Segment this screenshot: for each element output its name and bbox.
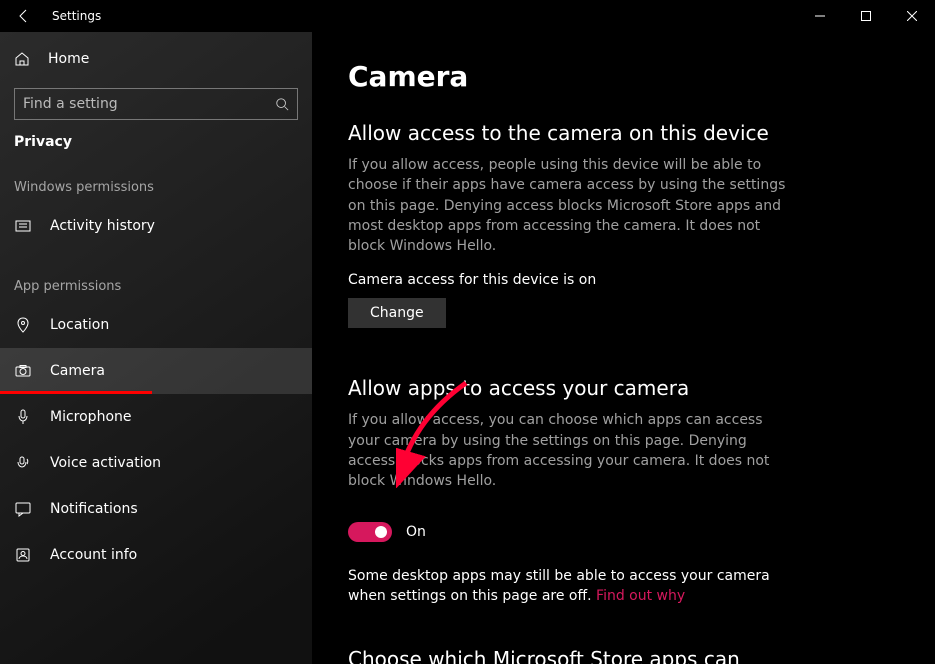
toggle-row: On [348, 522, 899, 542]
section-heading: Allow access to the camera on this devic… [348, 121, 899, 145]
camera-icon [14, 363, 32, 379]
page-title: Camera [348, 60, 899, 93]
content-area: Camera Allow access to the camera on thi… [312, 32, 935, 664]
section-device-access: Allow access to the camera on this devic… [348, 121, 899, 328]
section-app-access: Allow apps to access your camera If you … [348, 376, 899, 606]
sidebar-item-label: Camera [50, 363, 105, 379]
home-icon [14, 51, 30, 67]
window-title: Settings [52, 9, 101, 23]
minimize-icon [815, 11, 825, 21]
apps-access-toggle[interactable] [348, 522, 392, 542]
search-input[interactable] [23, 96, 275, 112]
sidebar-item-label: Location [50, 317, 109, 333]
main-container: Home Privacy Windows permissions Activit… [0, 32, 935, 664]
sidebar-item-label: Microphone [50, 409, 132, 425]
sidebar-item-label: Account info [50, 547, 137, 563]
change-button[interactable]: Change [348, 298, 446, 328]
sidebar-item-camera[interactable]: Camera [0, 348, 312, 394]
search-row [0, 78, 312, 134]
search-box[interactable] [14, 88, 298, 120]
account-icon [14, 547, 32, 563]
history-icon [14, 218, 32, 234]
location-icon [14, 317, 32, 333]
sidebar-item-label: Voice activation [50, 455, 161, 471]
device-access-status: Camera access for this device is on [348, 272, 899, 288]
maximize-icon [861, 11, 871, 21]
sidebar-item-notifications[interactable]: Notifications [0, 486, 312, 532]
sidebar-item-label: Notifications [50, 501, 138, 517]
sidebar-group-windows: Windows permissions [0, 150, 312, 203]
notifications-icon [14, 501, 32, 517]
section-heading: Allow apps to access your camera [348, 376, 899, 400]
maximize-button[interactable] [843, 0, 889, 32]
sidebar-item-activity-history[interactable]: Activity history [0, 203, 312, 249]
sidebar-item-location[interactable]: Location [0, 302, 312, 348]
voice-icon [14, 455, 32, 471]
sidebar-item-account-info[interactable]: Account info [0, 532, 312, 578]
sidebar-heading: Privacy [0, 134, 312, 150]
titlebar: Settings [0, 0, 935, 32]
microphone-icon [14, 409, 32, 425]
section-description: If you allow access, you can choose whic… [348, 410, 788, 491]
toggle-knob [375, 526, 387, 538]
arrow-left-icon [16, 8, 32, 24]
note-text: Some desktop apps may still be able to a… [348, 568, 770, 604]
desktop-apps-note: Some desktop apps may still be able to a… [348, 566, 788, 607]
home-label: Home [48, 51, 89, 67]
minimize-button[interactable] [797, 0, 843, 32]
close-icon [907, 11, 917, 21]
find-out-why-link[interactable]: Find out why [596, 588, 685, 604]
annotation-underline [0, 391, 152, 394]
sidebar: Home Privacy Windows permissions Activit… [0, 32, 312, 664]
sidebar-item-microphone[interactable]: Microphone [0, 394, 312, 440]
section-choose-apps: Choose which Microsoft Store apps can ac… [348, 646, 899, 664]
section-description: If you allow access, people using this d… [348, 155, 788, 256]
back-button[interactable] [8, 0, 40, 32]
section-heading: Choose which Microsoft Store apps can ac… [348, 646, 788, 664]
sidebar-item-voice-activation[interactable]: Voice activation [0, 440, 312, 486]
close-button[interactable] [889, 0, 935, 32]
search-icon [275, 97, 289, 111]
toggle-state-label: On [406, 524, 426, 540]
window-controls [797, 0, 935, 32]
sidebar-item-label: Activity history [50, 218, 155, 234]
home-nav[interactable]: Home [0, 40, 312, 78]
sidebar-group-app: App permissions [0, 249, 312, 302]
